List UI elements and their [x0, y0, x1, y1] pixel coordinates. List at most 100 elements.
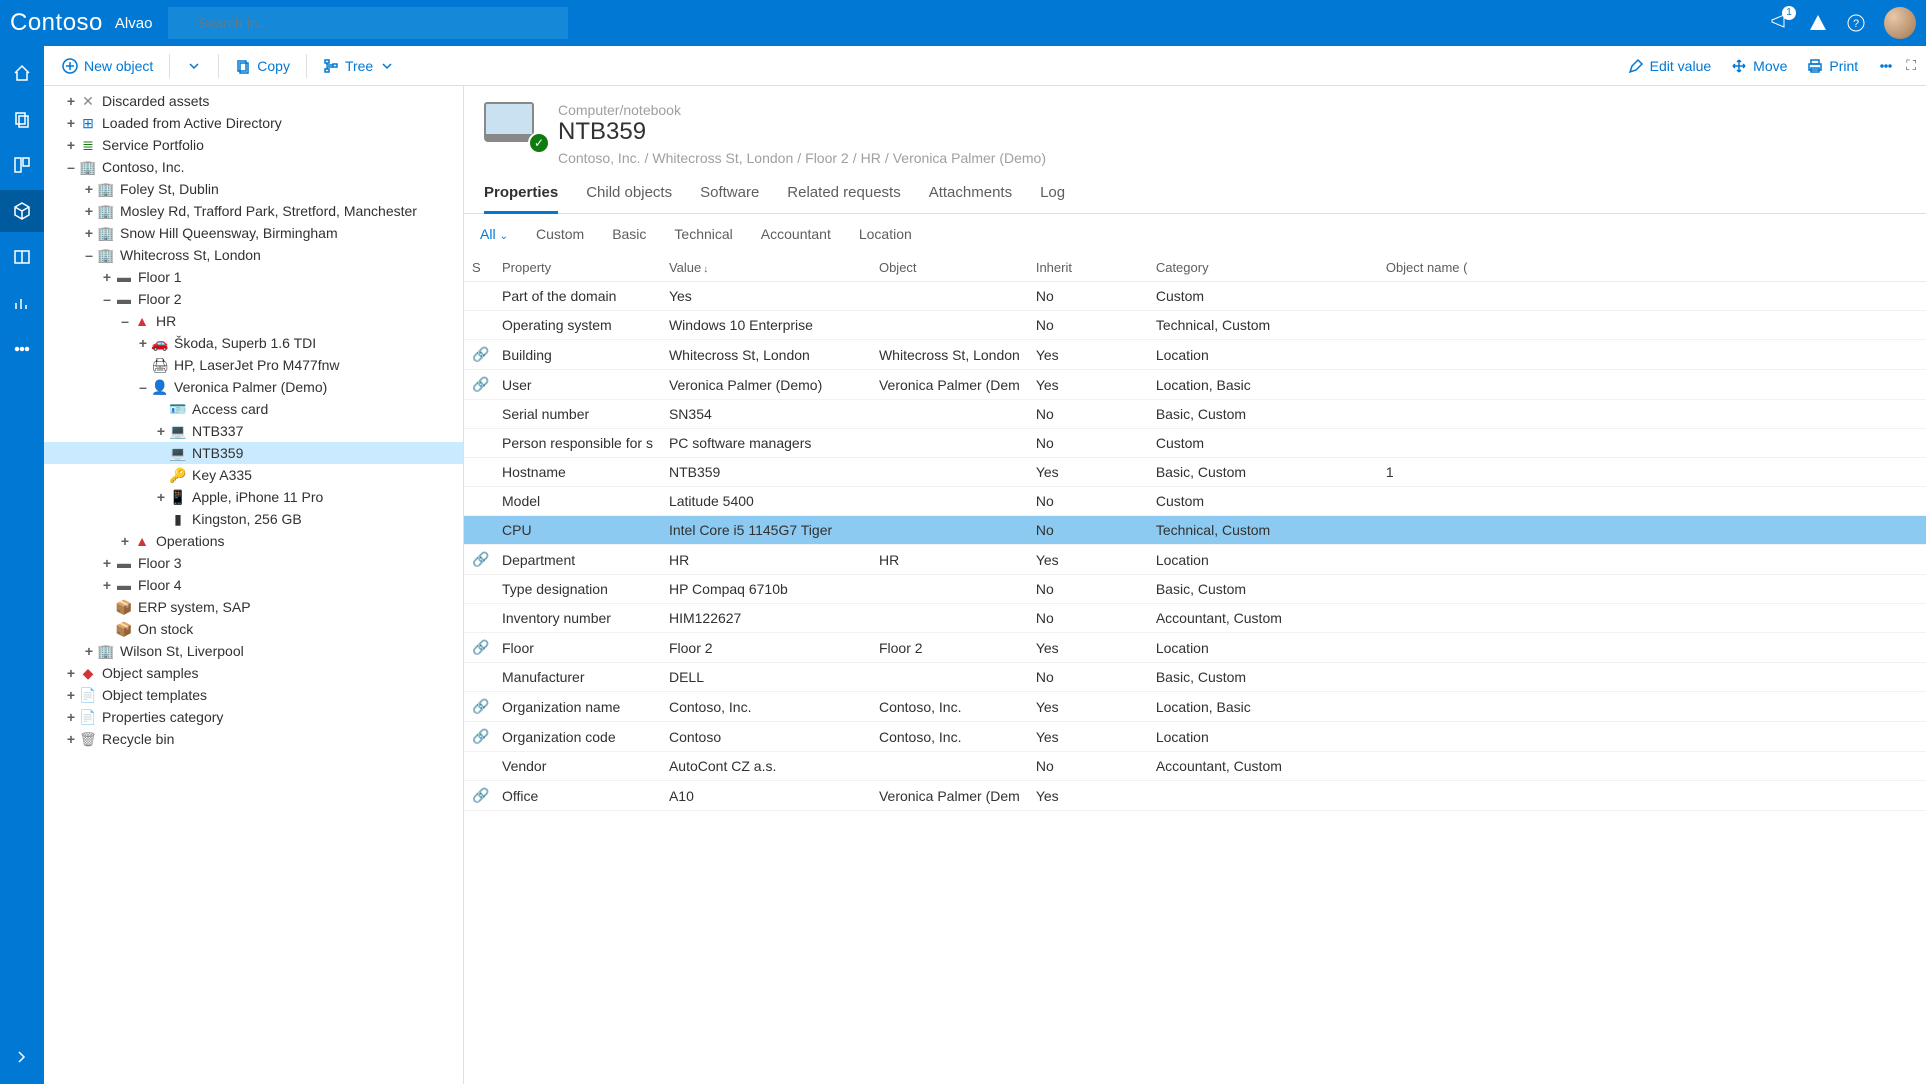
- tree-item[interactable]: +🏢Mosley Rd, Trafford Park, Stretford, M…: [44, 200, 463, 222]
- tree-toggle[interactable]: –: [118, 313, 132, 329]
- tab-attachments[interactable]: Attachments: [929, 174, 1012, 214]
- table-row[interactable]: ModelLatitude 5400NoCustom: [464, 487, 1926, 516]
- rail-objects[interactable]: [0, 190, 44, 232]
- tree-item[interactable]: +▲Operations: [44, 530, 463, 552]
- tree-item[interactable]: +◆Object samples: [44, 662, 463, 684]
- table-row[interactable]: 🔗DepartmentHRHRYesLocation: [464, 545, 1926, 575]
- col-object[interactable]: Object: [871, 254, 1028, 282]
- tree-item[interactable]: –🏢Contoso, Inc.: [44, 156, 463, 178]
- tree-toggle[interactable]: +: [64, 665, 78, 681]
- filter-technical[interactable]: Technical: [670, 222, 736, 246]
- tree-item[interactable]: 📦ERP system, SAP: [44, 596, 463, 618]
- search-input[interactable]: [168, 7, 568, 39]
- horizontal-scrollbar[interactable]: [464, 1068, 1926, 1084]
- tree-toggle[interactable]: +: [100, 269, 114, 285]
- table-row[interactable]: Serial numberSN354NoBasic, Custom: [464, 400, 1926, 429]
- table-row[interactable]: 🔗UserVeronica Palmer (Demo)Veronica Palm…: [464, 370, 1926, 400]
- tree-item[interactable]: +🏢Wilson St, Liverpool: [44, 640, 463, 662]
- filter-all[interactable]: All⌄: [476, 222, 512, 246]
- table-row[interactable]: 🔗BuildingWhitecross St, LondonWhitecross…: [464, 340, 1926, 370]
- col-object-name[interactable]: Object name (: [1378, 254, 1926, 282]
- table-row[interactable]: ManufacturerDELLNoBasic, Custom: [464, 663, 1926, 692]
- tree-item[interactable]: ▮Kingston, 256 GB: [44, 508, 463, 530]
- tree-toggle[interactable]: +: [82, 643, 96, 659]
- table-row[interactable]: 🔗Organization nameContoso, Inc.Contoso, …: [464, 692, 1926, 722]
- announce-button[interactable]: 1: [1770, 12, 1790, 35]
- breadcrumb-item[interactable]: Contoso, Inc.: [558, 150, 641, 166]
- table-row[interactable]: 🔗OfficeA10Veronica Palmer (DemYes: [464, 781, 1926, 811]
- expand-panel-icon[interactable]: ⛶: [1906, 57, 1916, 74]
- tree-item[interactable]: +📄Object templates: [44, 684, 463, 706]
- tree-toggle[interactable]: –: [64, 159, 78, 175]
- tree-toggle[interactable]: –: [82, 247, 96, 263]
- table-row[interactable]: Type designationHP Compaq 6710bNoBasic, …: [464, 575, 1926, 604]
- tree-toggle[interactable]: +: [100, 555, 114, 571]
- col-inherit[interactable]: Inherit: [1028, 254, 1148, 282]
- tree-toggle[interactable]: –: [100, 291, 114, 307]
- print-button[interactable]: Print: [1799, 54, 1866, 78]
- breadcrumb-item[interactable]: Whitecross St, London: [652, 150, 793, 166]
- tree-toggle[interactable]: +: [154, 423, 168, 439]
- tree-toggle[interactable]: +: [100, 577, 114, 593]
- new-object-button[interactable]: New object: [54, 54, 161, 78]
- tree-toggle[interactable]: +: [64, 687, 78, 703]
- tree-item[interactable]: –🏢Whitecross St, London: [44, 244, 463, 266]
- tree-toggle[interactable]: +: [64, 115, 78, 131]
- warning-icon[interactable]: [1808, 13, 1828, 33]
- move-button[interactable]: Move: [1723, 54, 1795, 78]
- tree-item[interactable]: 💻NTB359: [44, 442, 463, 464]
- tab-related-requests[interactable]: Related requests: [787, 174, 900, 214]
- table-row[interactable]: 🔗Organization codeContosoContoso, Inc.Ye…: [464, 722, 1926, 752]
- table-row[interactable]: HostnameNTB359YesBasic, Custom1: [464, 458, 1926, 487]
- col-category[interactable]: Category: [1148, 254, 1378, 282]
- rail-knowledge[interactable]: [0, 236, 44, 278]
- properties-table-wrap[interactable]: S Property Value↓ Object Inherit Categor…: [464, 254, 1926, 1068]
- tree-item[interactable]: 🖨HP, LaserJet Pro M477fnw: [44, 354, 463, 376]
- tree-item[interactable]: +🏢Snow Hill Queensway, Birmingham: [44, 222, 463, 244]
- tab-properties[interactable]: Properties: [484, 174, 558, 214]
- tree-item[interactable]: +⊞Loaded from Active Directory: [44, 112, 463, 134]
- rail-home[interactable]: [0, 52, 44, 94]
- tree-toggle[interactable]: +: [82, 225, 96, 241]
- table-row[interactable]: Inventory numberHIM122627NoAccountant, C…: [464, 604, 1926, 633]
- tree-item[interactable]: +🚗Škoda, Superb 1.6 TDI: [44, 332, 463, 354]
- breadcrumb[interactable]: Contoso, Inc./Whitecross St, London/Floo…: [558, 150, 1046, 166]
- filter-accountant[interactable]: Accountant: [757, 222, 835, 246]
- filter-basic[interactable]: Basic: [608, 222, 650, 246]
- tree-item[interactable]: +≣Service Portfolio: [44, 134, 463, 156]
- more-button[interactable]: [1870, 54, 1902, 78]
- tree-item[interactable]: 🪪Access card: [44, 398, 463, 420]
- tree-toggle[interactable]: +: [64, 137, 78, 153]
- tree-toggle[interactable]: +: [82, 203, 96, 219]
- tree-panel[interactable]: +✕Discarded assets+⊞Loaded from Active D…: [44, 86, 464, 1084]
- tree-item[interactable]: +▬Floor 4: [44, 574, 463, 596]
- tab-log[interactable]: Log: [1040, 174, 1065, 214]
- tree-item[interactable]: +🗑Recycle bin: [44, 728, 463, 750]
- rail-more[interactable]: [0, 328, 44, 370]
- tree-toggle[interactable]: +: [136, 335, 150, 351]
- new-dropdown[interactable]: [178, 54, 210, 78]
- table-row[interactable]: Part of the domainYesNoCustom: [464, 282, 1926, 311]
- tree-toggle[interactable]: –: [136, 379, 150, 395]
- col-s[interactable]: S: [464, 254, 494, 282]
- tree-item[interactable]: +📄Properties category: [44, 706, 463, 728]
- rail-board[interactable]: [0, 144, 44, 186]
- tab-software[interactable]: Software: [700, 174, 759, 214]
- table-row[interactable]: VendorAutoCont CZ a.s.NoAccountant, Cust…: [464, 752, 1926, 781]
- tree-item[interactable]: –▲HR: [44, 310, 463, 332]
- rail-copy[interactable]: [0, 98, 44, 140]
- rail-expand[interactable]: [0, 1036, 44, 1078]
- tree-item[interactable]: +🏢Foley St, Dublin: [44, 178, 463, 200]
- tree-item[interactable]: +💻NTB337: [44, 420, 463, 442]
- tree-item[interactable]: +✕Discarded assets: [44, 90, 463, 112]
- tree-toggle[interactable]: +: [118, 533, 132, 549]
- table-row[interactable]: CPUIntel Core i5 1145G7 TigerNoTechnical…: [464, 516, 1926, 545]
- tree-item[interactable]: –👤Veronica Palmer (Demo): [44, 376, 463, 398]
- table-row[interactable]: 🔗FloorFloor 2Floor 2YesLocation: [464, 633, 1926, 663]
- table-row[interactable]: Person responsible for sPC software mana…: [464, 429, 1926, 458]
- breadcrumb-item[interactable]: Floor 2: [805, 150, 849, 166]
- tree-toggle[interactable]: +: [64, 93, 78, 109]
- col-property[interactable]: Property: [494, 254, 661, 282]
- edit-value-button[interactable]: Edit value: [1620, 54, 1719, 78]
- tree-item[interactable]: –▬Floor 2: [44, 288, 463, 310]
